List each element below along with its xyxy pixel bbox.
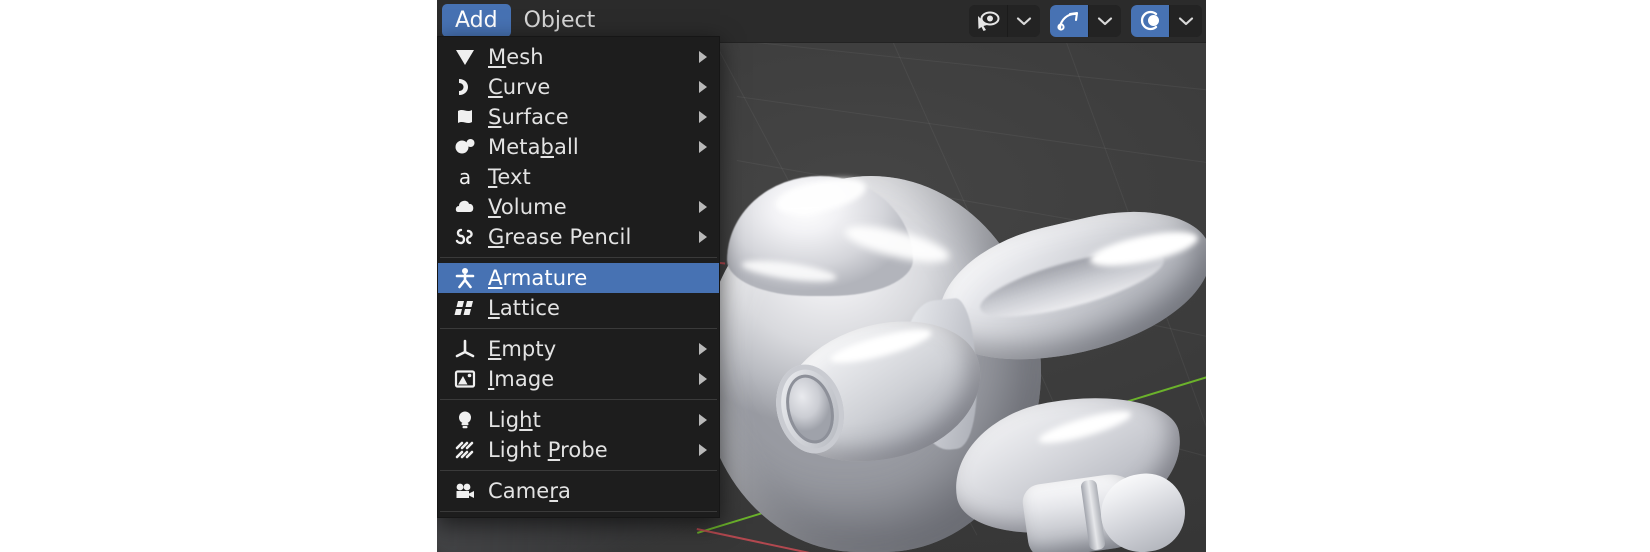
image-icon bbox=[450, 367, 480, 391]
visibility-dropdown-chevron-down-icon[interactable] bbox=[1008, 5, 1040, 37]
mesh-cone-icon bbox=[450, 45, 480, 69]
snapping-dropdown-chevron-down-icon[interactable] bbox=[1170, 5, 1202, 37]
menu-item-camera[interactable]: Camera bbox=[438, 476, 719, 506]
eye-cursor-select-visibility-icon[interactable] bbox=[969, 5, 1007, 37]
menu-item-curve[interactable]: Curve bbox=[438, 72, 719, 102]
menu-separator bbox=[440, 257, 717, 258]
menu-tab-add-label: Add bbox=[455, 8, 498, 33]
svg-text:a: a bbox=[459, 166, 471, 188]
submenu-arrow-icon bbox=[699, 444, 707, 456]
menu-separator bbox=[440, 328, 717, 329]
submenu-arrow-icon bbox=[699, 201, 707, 213]
menu-item-lattice[interactable]: Lattice bbox=[438, 293, 719, 323]
menu-item-armature[interactable]: Armature bbox=[438, 263, 719, 293]
visibility-button-group bbox=[969, 5, 1040, 37]
menu-item-light-label: Light bbox=[488, 408, 541, 432]
menu-tab-object[interactable]: Object bbox=[511, 4, 609, 37]
menu-item-surface-label: Surface bbox=[488, 105, 569, 129]
surface-icon bbox=[450, 105, 480, 129]
light-bulb-icon bbox=[450, 408, 480, 432]
metaball-icon bbox=[450, 135, 480, 159]
lattice-icon bbox=[450, 296, 480, 320]
submenu-arrow-icon bbox=[699, 373, 707, 385]
menu-item-image[interactable]: Image bbox=[438, 364, 719, 394]
menu-item-text[interactable]: a Text bbox=[438, 162, 719, 192]
menu-item-light-probe-label: Light Probe bbox=[488, 438, 608, 462]
add-menu-dropdown: Mesh Curve Surface Metaball a Text Volum… bbox=[437, 36, 720, 518]
menu-item-surface[interactable]: Surface bbox=[438, 102, 719, 132]
menu-item-metaball[interactable]: Metaball bbox=[438, 132, 719, 162]
volume-icon bbox=[450, 195, 480, 219]
blender-window: m Add Object bbox=[437, 0, 1206, 552]
screenshot-root: m Add Object bbox=[0, 0, 1650, 552]
menu-separator bbox=[440, 399, 717, 400]
armature-icon bbox=[450, 266, 480, 290]
menu-item-volume-label: Volume bbox=[488, 195, 567, 219]
proportional-editing-dropdown-chevron-down-icon[interactable] bbox=[1089, 5, 1121, 37]
menu-item-lattice-label: Lattice bbox=[488, 296, 561, 320]
curve-icon bbox=[450, 75, 480, 99]
light-probe-icon bbox=[450, 438, 480, 462]
menu-item-image-label: Image bbox=[488, 367, 555, 391]
text-a-icon: a bbox=[450, 165, 480, 189]
submenu-arrow-icon bbox=[699, 231, 707, 243]
menu-item-empty-label: Empty bbox=[488, 337, 557, 361]
submenu-arrow-icon bbox=[699, 111, 707, 123]
menu-separator bbox=[440, 470, 717, 471]
camera-icon bbox=[450, 479, 480, 503]
submenu-arrow-icon bbox=[699, 81, 707, 93]
menu-item-curve-label: Curve bbox=[488, 75, 551, 99]
submenu-arrow-icon bbox=[699, 414, 707, 426]
grease-pencil-icon bbox=[450, 225, 480, 249]
proportional-editing-falloff-icon[interactable] bbox=[1050, 5, 1088, 37]
menu-item-grease-pencil-label: Grease Pencil bbox=[488, 225, 632, 249]
empty-axes-icon bbox=[450, 337, 480, 361]
menu-item-light[interactable]: Light bbox=[438, 405, 719, 435]
menu-item-mesh[interactable]: Mesh bbox=[438, 42, 719, 72]
submenu-arrow-icon bbox=[699, 51, 707, 63]
header-menu-tabs: Add Object bbox=[442, 4, 608, 37]
proportional-editing-button-group bbox=[1050, 5, 1121, 37]
menu-separator bbox=[440, 511, 717, 512]
menu-item-armature-label: Armature bbox=[488, 266, 588, 290]
menu-item-light-probe[interactable]: Light Probe bbox=[438, 435, 719, 465]
menu-tab-object-label: Object bbox=[523, 8, 596, 33]
menu-item-grease-pencil[interactable]: Grease Pencil bbox=[438, 222, 719, 252]
menu-item-volume[interactable]: Volume bbox=[438, 192, 719, 222]
header-right-controls bbox=[969, 5, 1202, 37]
snapping-button-group bbox=[1131, 5, 1202, 37]
snap-magnet-icon[interactable] bbox=[1131, 5, 1169, 37]
menu-item-metaball-label: Metaball bbox=[488, 135, 579, 159]
menu-item-camera-label: Camera bbox=[488, 479, 572, 503]
menu-item-text-label: Text bbox=[488, 165, 531, 189]
menu-item-mesh-label: Mesh bbox=[488, 45, 544, 69]
menu-tab-add[interactable]: Add bbox=[442, 4, 511, 37]
menu-item-empty[interactable]: Empty bbox=[438, 334, 719, 364]
submenu-arrow-icon bbox=[699, 141, 707, 153]
submenu-arrow-icon bbox=[699, 343, 707, 355]
